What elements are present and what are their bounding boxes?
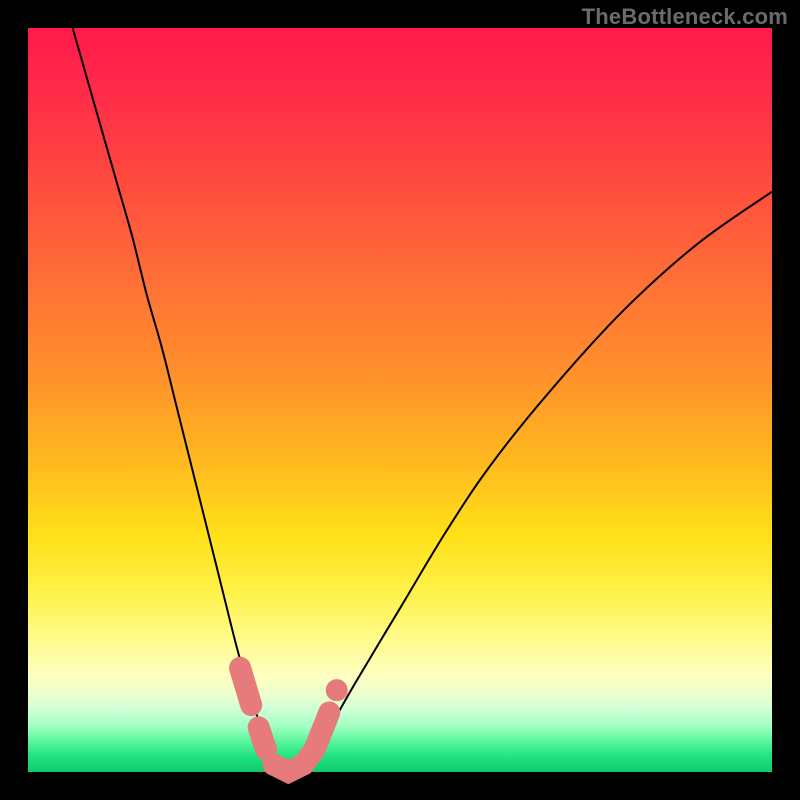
marker-stroke: [240, 668, 251, 705]
chart-frame: TheBottleneck.com: [0, 0, 800, 800]
bottom-markers: [240, 668, 348, 776]
chart-svg: [28, 28, 772, 772]
marker-stroke: [259, 727, 266, 749]
watermark-text: TheBottleneck.com: [582, 4, 788, 30]
v-curve-path: [73, 28, 772, 773]
marker-dot: [326, 679, 348, 701]
v-curve: [73, 28, 772, 773]
marker-bottom-sweep: [274, 712, 330, 772]
plot-area: [28, 28, 772, 772]
